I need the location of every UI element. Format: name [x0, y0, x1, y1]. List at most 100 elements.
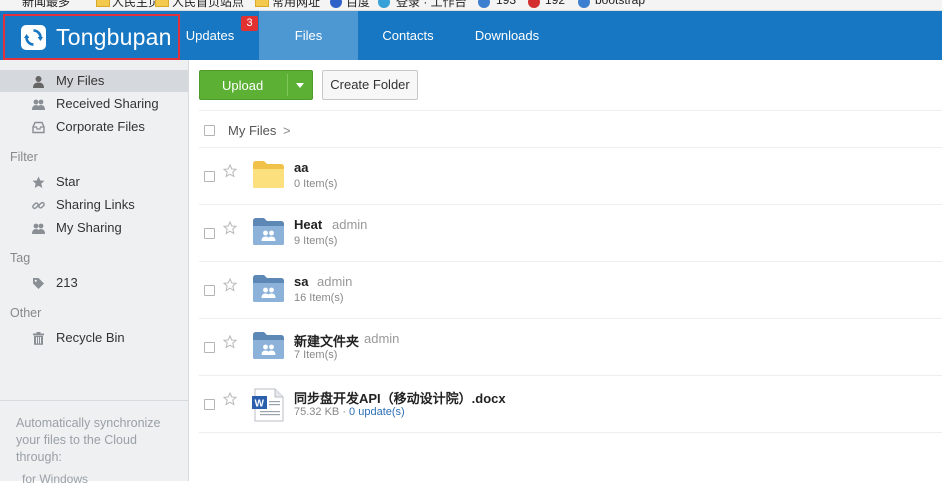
updates-link[interactable]: 0 update(s): [349, 406, 405, 418]
bookmark-item[interactable]: 新闻最多: [22, 0, 70, 10]
file-name[interactable]: 同步盘开发API（移动设计院）.docx: [294, 388, 506, 407]
sidebar-item-sharing-links[interactable]: Sharing Links: [0, 194, 188, 216]
file-row[interactable]: Heat admin 9 Item(s): [199, 205, 942, 262]
svg-text:W: W: [255, 399, 265, 410]
nav-contacts[interactable]: Contacts: [370, 11, 446, 60]
link-icon: [578, 0, 590, 8]
file-meta: 7 Item(s): [294, 349, 338, 361]
file-name[interactable]: 新建文件夹: [294, 331, 359, 350]
word-document-icon: W: [252, 388, 284, 422]
file-owner: admin: [364, 331, 400, 346]
brand-logo-area[interactable]: Tongbupan: [3, 14, 180, 60]
sync-promo-link[interactable]: for Windows: [22, 472, 88, 486]
file-size: 75.32 KB: [294, 406, 340, 418]
file-meta: 75.32 KB · 0 update(s): [294, 406, 405, 418]
shared-folder-icon: [253, 218, 284, 245]
sidebar-item-my-sharing[interactable]: My Sharing: [0, 217, 188, 239]
sidebar-divider: [0, 400, 188, 401]
row-checkbox[interactable]: [204, 399, 215, 410]
trash-icon: [33, 332, 44, 345]
select-all-checkbox[interactable]: [204, 125, 215, 136]
users-icon: [32, 99, 45, 110]
star-icon[interactable]: [223, 278, 237, 292]
sidebar-item-my-files[interactable]: My Files: [0, 70, 188, 92]
bookmark-item[interactable]: 193: [496, 0, 516, 7]
star-icon[interactable]: [223, 392, 237, 406]
bookmark-item[interactable]: bootstrap: [595, 0, 645, 7]
sidebar-item-tag-213[interactable]: 213: [0, 272, 188, 294]
sync-logo-icon: [21, 25, 46, 50]
folder-icon: [253, 161, 284, 188]
users-icon: [32, 223, 45, 234]
star-icon[interactable]: [223, 221, 237, 235]
row-checkbox[interactable]: [204, 285, 215, 296]
other-heading: Other: [10, 306, 42, 320]
sidebar-item-corporate-files[interactable]: Corporate Files: [0, 116, 188, 138]
folder-icon: [255, 0, 269, 7]
file-name[interactable]: aa: [294, 160, 308, 175]
baidu-icon: [330, 0, 342, 8]
record-icon: [528, 0, 540, 8]
bookmark-item[interactable]: 人民主页: [112, 0, 160, 10]
tag-heading: Tag: [10, 251, 31, 265]
file-row[interactable]: sa admin 16 Item(s): [199, 262, 942, 319]
upload-split-divider: [287, 74, 288, 96]
nav-files-label: Files: [294, 28, 323, 43]
globe-icon: [378, 0, 390, 8]
user-icon: [33, 76, 44, 88]
file-row[interactable]: 新建文件夹 admin 7 Item(s): [199, 319, 942, 376]
sidebar-item-label: Corporate Files: [56, 119, 145, 134]
nav-downloads[interactable]: Downloads: [466, 11, 548, 60]
file-meta: 0 Item(s): [294, 178, 338, 190]
bookmarks-bar: 新闻最多 人民主页 人民首页站点 常用网址 百度 登录 · 工作台 193 19…: [0, 0, 942, 11]
file-row[interactable]: W 同步盘开发API（移动设计院）.docx 75.32 KB · 0 upda…: [199, 376, 942, 433]
sidebar-item-star[interactable]: Star: [0, 171, 188, 193]
row-checkbox[interactable]: [204, 171, 215, 182]
breadcrumb-separator: >: [283, 123, 291, 138]
sidebar-item-label: My Files: [56, 73, 105, 88]
nav-contacts-label: Contacts: [382, 28, 434, 43]
filter-heading: Filter: [10, 150, 38, 164]
sidebar-item-label: My Sharing: [56, 220, 122, 235]
create-folder-button[interactable]: Create Folder: [322, 70, 418, 100]
star-icon[interactable]: [223, 164, 237, 178]
bookmark-item[interactable]: 百度: [346, 0, 370, 10]
shared-folder-icon: [253, 275, 284, 302]
upload-button[interactable]: Upload: [199, 70, 313, 100]
chevron-down-icon[interactable]: [296, 83, 304, 88]
file-meta: 16 Item(s): [294, 292, 344, 304]
file-meta: 9 Item(s): [294, 235, 338, 247]
sidebar-item-recycle-bin[interactable]: Recycle Bin: [0, 327, 188, 349]
star-icon[interactable]: [223, 335, 237, 349]
tag-icon: [33, 278, 44, 289]
folder-icon: [155, 0, 169, 7]
row-checkbox[interactable]: [204, 228, 215, 239]
sidebar-item-label: Star: [56, 174, 80, 189]
nav-downloads-label: Downloads: [474, 28, 540, 43]
file-name[interactable]: Heat: [294, 217, 322, 232]
star-icon: [32, 176, 45, 188]
breadcrumb-item[interactable]: My Files: [228, 123, 276, 138]
nav-updates[interactable]: Updates: [180, 11, 240, 60]
link-icon: [32, 201, 45, 210]
link-icon: [478, 0, 490, 8]
meta-separator: ·: [339, 406, 350, 418]
row-checkbox[interactable]: [204, 342, 215, 353]
nav-files[interactable]: Files: [259, 11, 358, 60]
bookmark-item[interactable]: 常用网址: [272, 0, 320, 10]
sidebar: My Files Received Sharing Corporate File…: [0, 60, 189, 486]
file-row[interactable]: aa 0 Item(s): [199, 148, 942, 205]
sidebar-item-label: Recycle Bin: [56, 330, 125, 345]
sidebar-item-label: Received Sharing: [56, 96, 159, 111]
sidebar-item-received-sharing[interactable]: Received Sharing: [0, 93, 188, 115]
file-owner: admin: [332, 217, 368, 232]
file-name[interactable]: sa: [294, 274, 308, 289]
bookmark-item[interactable]: 192: [545, 0, 565, 7]
shared-folder-icon: [253, 332, 284, 359]
updates-badge: 3: [241, 16, 258, 31]
bookmark-item[interactable]: 人民首页站点: [172, 0, 244, 10]
top-nav-bar: Tongbupan Updates 3 Files Contacts Downl…: [0, 11, 942, 60]
sidebar-item-label: 213: [56, 275, 78, 290]
file-owner: admin: [317, 274, 353, 289]
bookmark-item[interactable]: 登录 · 工作台: [396, 0, 467, 10]
